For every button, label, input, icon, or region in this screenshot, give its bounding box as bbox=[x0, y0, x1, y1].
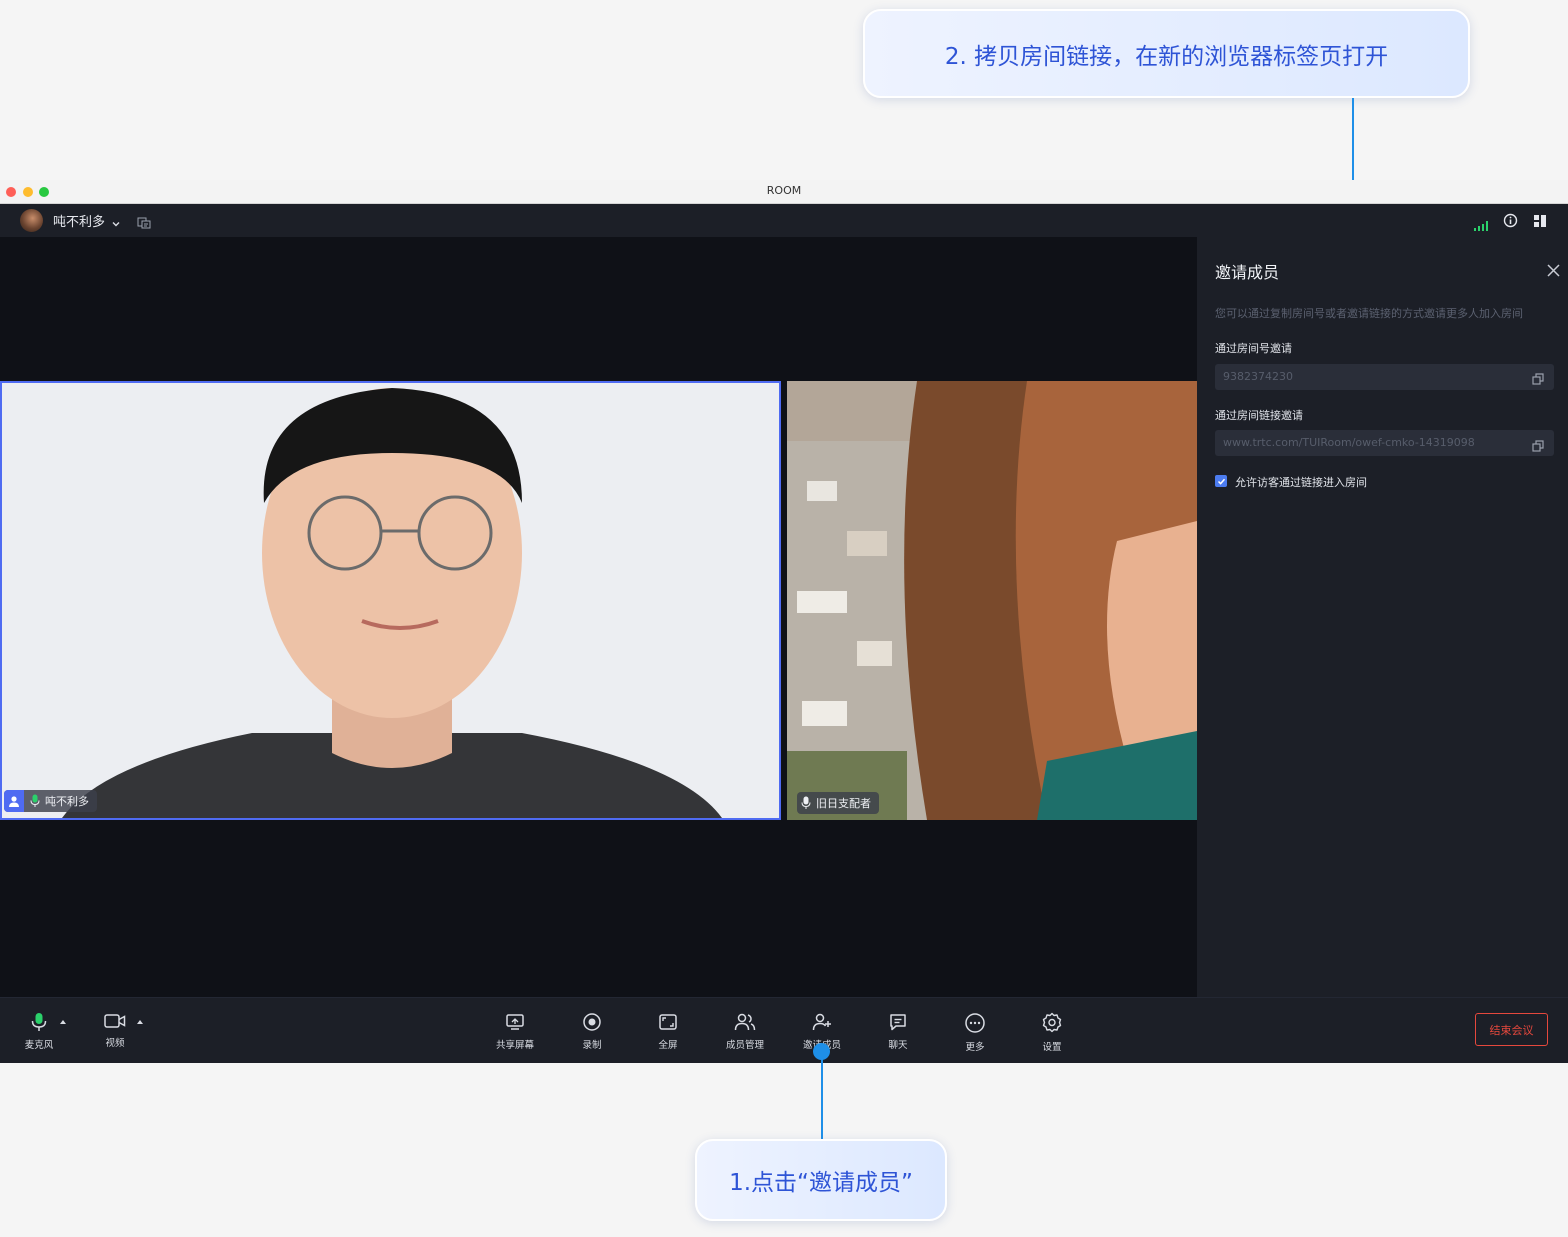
panel-title: 邀请成员 bbox=[1215, 263, 1280, 282]
invite-panel: 邀请成员 您可以通过复制房间号或者邀请链接的方式邀请更多人加入房间 通过房间号邀… bbox=[1197, 237, 1568, 997]
chevron-down-icon[interactable] bbox=[111, 214, 121, 233]
participant-name-tag: 吨不利多 bbox=[4, 790, 97, 812]
settings-label: 设置 bbox=[1042, 1042, 1062, 1053]
camera-options-caret[interactable] bbox=[137, 1020, 143, 1024]
video-tile-remote[interactable]: 旧日支配者 bbox=[787, 381, 1197, 820]
fullscreen-icon bbox=[659, 1014, 677, 1030]
user-icon bbox=[4, 790, 24, 812]
microphone-label: 麦克风 bbox=[24, 1040, 54, 1051]
callout-step-1: 1.点击“邀请成员” bbox=[695, 1139, 947, 1221]
room-link-field[interactable] bbox=[1215, 430, 1554, 456]
share-screen-icon bbox=[506, 1014, 524, 1030]
copy-icon[interactable] bbox=[1532, 437, 1544, 456]
fullscreen-button[interactable]: 全屏 bbox=[638, 1012, 698, 1051]
video-stage: 吨不利多 旧日支配者 bbox=[0, 237, 1197, 997]
connector-step-1 bbox=[821, 1052, 823, 1139]
user-name[interactable]: 吨不利多 bbox=[53, 211, 105, 230]
allow-guest-label[interactable]: 允许访客通过链接进入房间 bbox=[1235, 474, 1367, 490]
microphone-button[interactable]: 麦克风 bbox=[9, 1012, 69, 1051]
room-header: 吨不利多 bbox=[0, 204, 1568, 237]
info-icon[interactable] bbox=[1503, 213, 1518, 232]
room-id-label: 通过房间号邀请 bbox=[1215, 342, 1292, 355]
more-icon bbox=[965, 1013, 985, 1033]
record-button[interactable]: 录制 bbox=[562, 1012, 622, 1051]
layout-icon[interactable] bbox=[1533, 213, 1547, 232]
title-bar: ROOM bbox=[0, 180, 1568, 204]
microphone-options-caret[interactable] bbox=[60, 1020, 66, 1024]
more-button[interactable]: 更多 bbox=[945, 1012, 1005, 1053]
settings-icon bbox=[1042, 1012, 1062, 1033]
participant-name: 旧日支配者 bbox=[816, 797, 871, 810]
chat-button[interactable]: 聊天 bbox=[868, 1012, 928, 1051]
settings-button[interactable]: 设置 bbox=[1022, 1012, 1082, 1053]
share-screen-button[interactable]: 共享屏幕 bbox=[485, 1012, 545, 1051]
record-icon bbox=[583, 1013, 601, 1031]
video-tile-local[interactable]: 吨不利多 bbox=[0, 381, 781, 820]
callout-step-2: 2. 拷贝房间链接，在新的浏览器标签页打开 bbox=[863, 9, 1470, 98]
avatar[interactable] bbox=[20, 209, 43, 232]
record-label: 录制 bbox=[582, 1040, 602, 1051]
close-icon[interactable] bbox=[1547, 262, 1560, 281]
participant-video-placeholder bbox=[2, 383, 779, 818]
participant-video-placeholder bbox=[787, 381, 1197, 820]
participant-name-tag: 旧日支配者 bbox=[797, 792, 879, 814]
app-window: ROOM 吨不利多 吨不利多 旧日支配者 邀请成员 您可以通过复制房间号或者邀请… bbox=[0, 180, 1568, 1063]
invite-member-icon bbox=[812, 1013, 831, 1031]
members-icon bbox=[734, 1013, 756, 1031]
microphone-active-icon bbox=[30, 794, 40, 808]
room-id-icon[interactable] bbox=[137, 214, 151, 233]
microphone-icon bbox=[801, 796, 811, 810]
more-label: 更多 bbox=[965, 1042, 985, 1053]
room-id-field[interactable] bbox=[1215, 364, 1554, 390]
camera-icon bbox=[104, 1014, 126, 1028]
fullscreen-label: 全屏 bbox=[658, 1040, 678, 1051]
members-label: 成员管理 bbox=[725, 1040, 764, 1051]
camera-button[interactable]: 视频 bbox=[85, 1012, 145, 1049]
allow-guest-checkbox[interactable] bbox=[1215, 475, 1227, 487]
room-link-label: 通过房间链接邀请 bbox=[1215, 409, 1303, 422]
members-button[interactable]: 成员管理 bbox=[715, 1012, 775, 1051]
callout-step-2-text: 2. 拷贝房间链接，在新的浏览器标签页打开 bbox=[944, 43, 1389, 70]
chat-icon bbox=[890, 1014, 906, 1031]
microphone-icon bbox=[31, 1013, 47, 1031]
participant-name: 吨不利多 bbox=[45, 795, 89, 808]
bottom-toolbar: 麦克风 视频 共享屏幕 录制 全屏 成员管理 邀请成员 bbox=[0, 997, 1568, 1063]
copy-icon[interactable] bbox=[1532, 370, 1544, 389]
signal-icon bbox=[1474, 216, 1488, 235]
end-meeting-button[interactable]: 结束会议 bbox=[1475, 1013, 1548, 1046]
chat-label: 聊天 bbox=[888, 1040, 908, 1051]
panel-description: 您可以通过复制房间号或者邀请链接的方式邀请更多人加入房间 bbox=[1215, 307, 1523, 320]
camera-label: 视频 bbox=[105, 1038, 125, 1049]
share-screen-label: 共享屏幕 bbox=[495, 1040, 534, 1051]
window-title: ROOM bbox=[766, 184, 802, 197]
callout-step-1-text: 1.点击“邀请成员” bbox=[729, 1170, 913, 1196]
